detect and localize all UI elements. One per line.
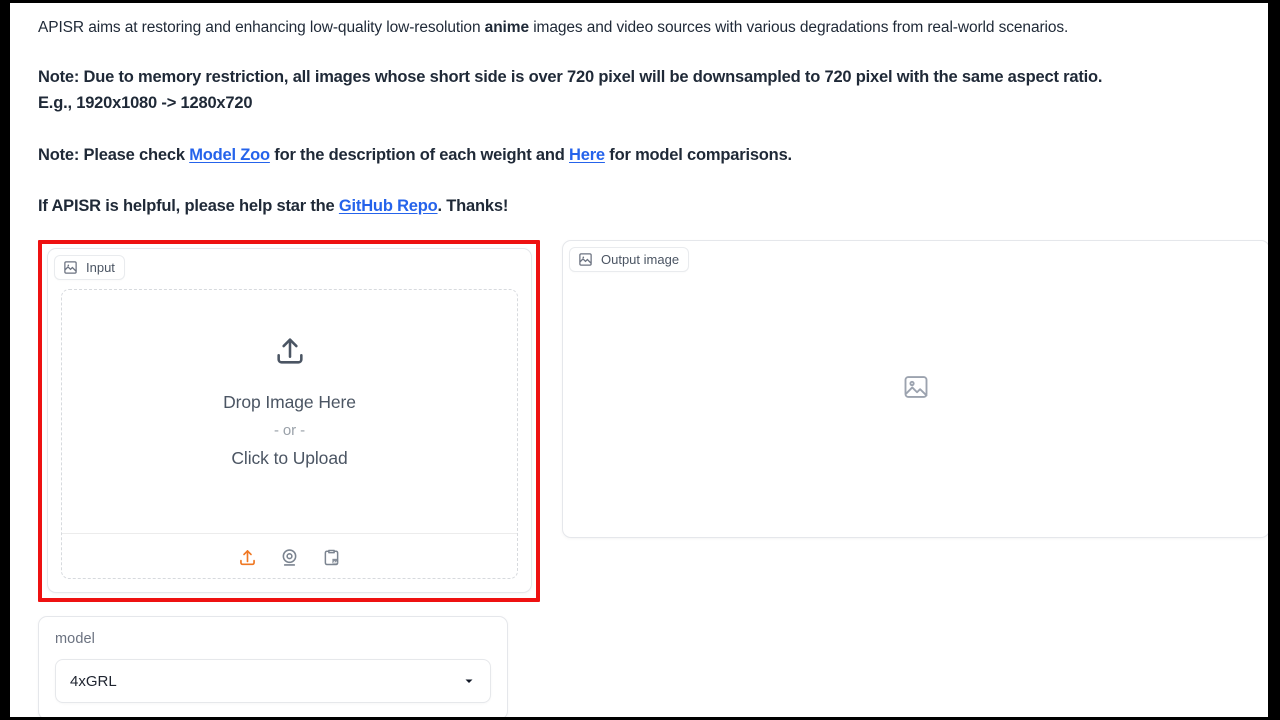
intro-text-strong: anime bbox=[484, 19, 529, 36]
webcam-icon[interactable] bbox=[278, 545, 302, 569]
click-to-upload[interactable]: Click to Upload bbox=[223, 443, 356, 473]
drop-or: - or - bbox=[273, 421, 306, 439]
intro-text-post: images and video sources with various de… bbox=[528, 19, 1069, 36]
star-note-pre: If APISR is helpful, please help star th… bbox=[38, 196, 339, 215]
page-content: APISR aims at restoring and enhancing lo… bbox=[10, 3, 1268, 717]
image-icon bbox=[578, 252, 593, 267]
left-column: Input Drop Image Here - or - Click to Up… bbox=[38, 240, 540, 717]
output-panel-label-text: Output image bbox=[601, 252, 680, 268]
chevron-down-icon[interactable] bbox=[462, 674, 476, 688]
dropzone-content: Drop Image Here - or - Click to Upload bbox=[62, 290, 517, 533]
memory-note-line2: E.g., 1920x1080 -> 1280x720 bbox=[38, 94, 253, 113]
drop-title: Drop Image Here bbox=[223, 392, 356, 413]
input-highlight-box: Input Drop Image Here - or - Click to Up… bbox=[38, 240, 540, 603]
star-note-post: . Thanks! bbox=[437, 196, 509, 215]
memory-note-line1: Note: Due to memory restriction, all ima… bbox=[38, 68, 1103, 87]
input-panel-label: Input bbox=[54, 255, 125, 281]
input-panel-label-text: Input bbox=[86, 260, 115, 276]
input-source-toolbar bbox=[62, 533, 517, 578]
model-dropdown-value: 4xGRL bbox=[70, 672, 117, 690]
output-panel-label: Output image bbox=[569, 247, 690, 273]
output-image-panel[interactable]: Output image bbox=[562, 240, 1268, 539]
star-note: If APISR is helpful, please help star th… bbox=[38, 168, 1240, 219]
upload-icon[interactable] bbox=[236, 545, 260, 569]
drop-instructions: Drop Image Here - or - Click to Upload bbox=[223, 387, 356, 473]
input-image-panel[interactable]: Input Drop Image Here - or - Click to Up… bbox=[47, 248, 532, 594]
memory-note: Note: Due to memory restriction, all ima… bbox=[38, 39, 1240, 116]
clipboard-image-icon[interactable] bbox=[320, 545, 344, 569]
right-column: Output image bbox=[562, 240, 1268, 717]
model-zoo-note-pre: Note: Please check bbox=[38, 145, 190, 164]
model-zoo-note-mid: for the description of each weight and bbox=[269, 145, 570, 164]
github-repo-link[interactable]: GitHub Repo bbox=[339, 197, 438, 215]
model-zoo-note-post: for model comparisons. bbox=[604, 145, 792, 164]
model-label: model bbox=[55, 631, 95, 648]
model-dropdown[interactable]: 4xGRL bbox=[55, 659, 491, 704]
intro-paragraph: APISR aims at restoring and enhancing lo… bbox=[38, 3, 1240, 39]
image-icon bbox=[63, 260, 78, 275]
intro-text-pre: APISR aims at restoring and enhancing lo… bbox=[38, 19, 485, 36]
model-zoo-note: Note: Please check Model Zoo for the des… bbox=[38, 117, 1240, 168]
input-dropzone[interactable]: Drop Image Here - or - Click to Upload bbox=[61, 289, 518, 580]
model-zoo-link[interactable]: Model Zoo bbox=[189, 146, 270, 164]
here-link[interactable]: Here bbox=[569, 146, 605, 164]
image-placeholder-icon bbox=[902, 373, 930, 406]
model-selector-panel: model 4xGRL bbox=[38, 616, 508, 717]
app-viewport: APISR aims at restoring and enhancing lo… bbox=[10, 3, 1268, 717]
upload-icon bbox=[273, 334, 307, 373]
panels-row: Input Drop Image Here - or - Click to Up… bbox=[38, 218, 1268, 717]
